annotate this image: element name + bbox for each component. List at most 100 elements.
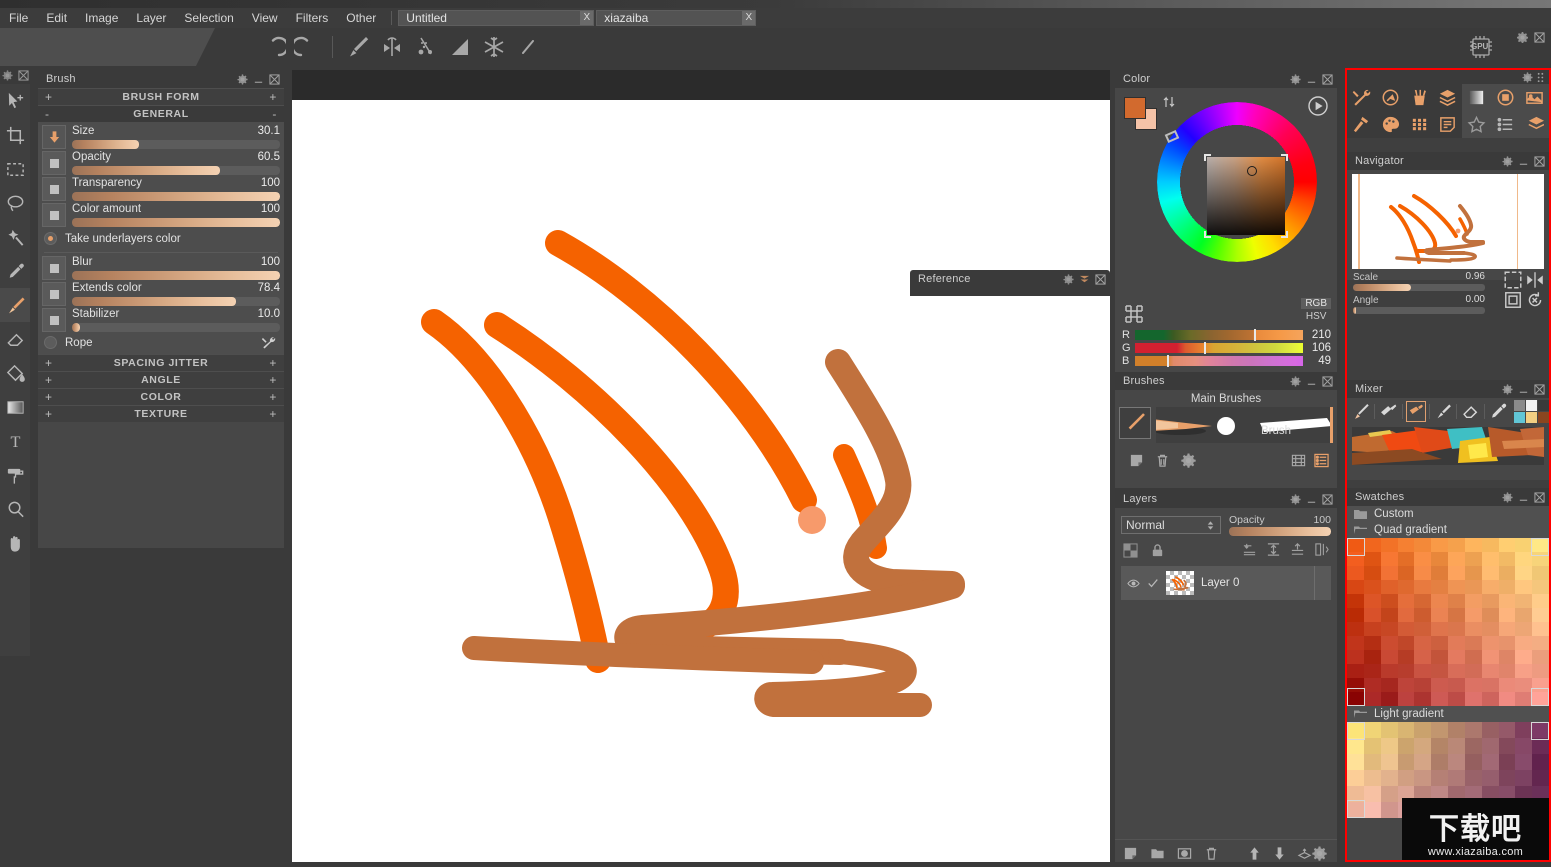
layer-thumbnail[interactable] <box>1166 571 1194 595</box>
close-icon[interactable] <box>1534 155 1545 167</box>
swatch-cell[interactable] <box>1515 692 1533 706</box>
close-icon[interactable] <box>1322 73 1333 85</box>
swatch-cell[interactable] <box>1448 608 1465 622</box>
swatch-cell[interactable] <box>1397 580 1415 594</box>
swatch-cell[interactable] <box>1363 650 1381 664</box>
tool-eraser[interactable] <box>0 322 30 356</box>
color-grid-icon[interactable] <box>1123 303 1145 325</box>
opacity-slider[interactable] <box>72 166 280 175</box>
swatch-cell[interactable] <box>1498 636 1516 650</box>
swatch-cell[interactable] <box>1515 538 1533 552</box>
square-icon[interactable] <box>42 282 66 306</box>
swatch-cell[interactable] <box>1380 802 1398 818</box>
grid-view-icon[interactable] <box>1291 453 1306 468</box>
mixer-wide-brush-icon[interactable] <box>1405 400 1427 422</box>
swatch-cell[interactable] <box>1481 622 1499 636</box>
swatch-cell[interactable] <box>1431 678 1448 692</box>
actual-size-icon[interactable] <box>1503 291 1523 309</box>
quad-gradient-grid[interactable] <box>1347 538 1549 706</box>
swatch-cell[interactable] <box>1414 622 1432 636</box>
section-color[interactable]: + COLOR + <box>38 388 284 405</box>
swatch-cell[interactable] <box>1347 650 1364 664</box>
blue-channel-slider[interactable] <box>1135 354 1303 367</box>
swatch-cell[interactable] <box>1397 608 1415 622</box>
section-expand-right[interactable]: + <box>269 90 277 104</box>
swatch-cell[interactable] <box>1515 566 1533 580</box>
undo-icon[interactable] <box>258 32 288 62</box>
drawing-canvas[interactable] <box>292 100 1110 867</box>
swatch-cell[interactable] <box>1414 738 1432 754</box>
swatch-cell[interactable] <box>1363 722 1381 738</box>
swatch-cell[interactable] <box>1498 622 1516 636</box>
section-spacing-jitter[interactable]: + SPACING JITTER + <box>38 354 284 371</box>
section-expand-left[interactable]: + <box>45 373 53 387</box>
transparency-slider[interactable] <box>72 192 280 201</box>
swatch-cell[interactable] <box>1532 738 1549 754</box>
swatch-cell[interactable] <box>1515 722 1533 738</box>
swatch-cell[interactable] <box>1481 636 1499 650</box>
swatch-cell[interactable] <box>1397 622 1415 636</box>
swatch-cell[interactable] <box>1448 692 1465 706</box>
swatch-cell[interactable] <box>1363 738 1381 754</box>
swatch-cell[interactable] <box>1481 692 1499 706</box>
swatch-cell[interactable] <box>1481 770 1499 786</box>
square-icon[interactable] <box>42 203 66 227</box>
swatch-cell[interactable] <box>1464 722 1482 738</box>
swatch-cell[interactable] <box>1498 552 1516 566</box>
flip-icon[interactable] <box>1314 542 1329 557</box>
swatch-cell[interactable] <box>1498 754 1516 770</box>
mixer-swatch[interactable] <box>1513 399 1525 411</box>
swatch-cell[interactable] <box>1481 552 1499 566</box>
section-expand-right[interactable]: + <box>269 390 277 404</box>
list-icon[interactable] <box>1491 111 1521 138</box>
new-brush-icon[interactable] <box>1129 453 1144 468</box>
tool-lasso[interactable] <box>0 186 30 220</box>
close-icon[interactable] <box>1322 493 1333 505</box>
swatch-corner-marker[interactable] <box>1347 800 1365 818</box>
section-expand-left[interactable]: + <box>45 390 53 404</box>
swatch-cell[interactable] <box>1515 754 1533 770</box>
swatch-cell[interactable] <box>1363 786 1381 802</box>
swatch-cell[interactable] <box>1532 770 1549 786</box>
collapse-stack-icon[interactable] <box>1079 274 1090 285</box>
swatch-cell[interactable] <box>1363 608 1381 622</box>
swatch-grid-icon[interactable] <box>1405 111 1434 138</box>
swatch-cell[interactable] <box>1464 754 1482 770</box>
swatch-cell[interactable] <box>1347 636 1364 650</box>
layer-mask-icon[interactable] <box>1177 846 1192 861</box>
swatch-cell[interactable] <box>1397 594 1415 608</box>
swatch-group-custom[interactable]: Custom <box>1347 506 1549 522</box>
foreground-color-swatch[interactable] <box>1124 97 1146 119</box>
section-angle[interactable]: + ANGLE + <box>38 371 284 388</box>
brush-icon[interactable] <box>343 32 373 62</box>
swatch-cell[interactable] <box>1380 566 1398 580</box>
swatch-cell[interactable] <box>1515 650 1533 664</box>
scale-control[interactable]: Scale 0.96 <box>1353 271 1485 291</box>
tool-gradient[interactable] <box>0 390 30 424</box>
swatch-cell[interactable] <box>1347 622 1364 636</box>
swatch-cell[interactable] <box>1481 594 1499 608</box>
swatch-cell[interactable] <box>1498 650 1516 664</box>
color-amount-slider[interactable] <box>72 218 280 227</box>
swatch-cell[interactable] <box>1515 636 1533 650</box>
extends-color-slider[interactable] <box>72 297 280 306</box>
gear-icon[interactable] <box>1290 493 1301 505</box>
transparency-lock-icon[interactable] <box>1123 543 1138 558</box>
blend-mode-select[interactable]: Normal <box>1121 516 1221 534</box>
drag-handle-icon[interactable] <box>1535 72 1546 83</box>
swatch-corner-marker[interactable] <box>1531 688 1549 706</box>
swatch-cell[interactable] <box>1363 566 1381 580</box>
swatch-cell[interactable] <box>1515 622 1533 636</box>
swatch-cell[interactable] <box>1414 770 1432 786</box>
swatch-cell[interactable] <box>1532 566 1549 580</box>
section-expand-left[interactable]: + <box>45 356 53 370</box>
swatch-cell[interactable] <box>1532 664 1549 678</box>
swatch-cell[interactable] <box>1532 608 1549 622</box>
swatch-cell[interactable] <box>1363 580 1381 594</box>
square-icon[interactable] <box>42 308 66 332</box>
mixer-swatch[interactable] <box>1525 411 1537 423</box>
swatch-corner-marker[interactable] <box>1347 688 1365 706</box>
swatch-cell[interactable] <box>1498 664 1516 678</box>
menu-edit[interactable]: Edit <box>37 8 76 28</box>
reset-rotation-icon[interactable] <box>1525 291 1545 309</box>
